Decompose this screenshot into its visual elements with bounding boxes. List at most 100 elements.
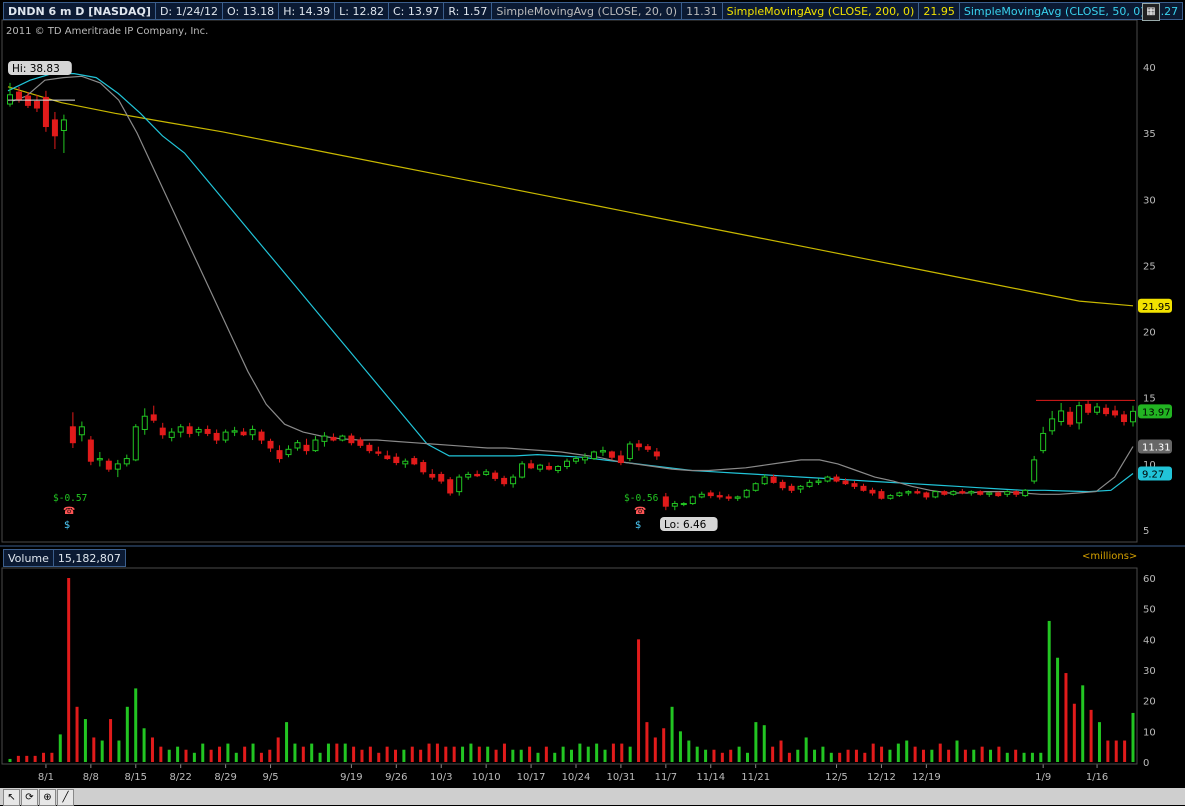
candle — [860, 483, 867, 492]
candle — [788, 483, 795, 493]
candle — [150, 405, 157, 423]
volume-bar — [637, 639, 641, 762]
lo-bubble[interactable]: Lo: 6.46 — [660, 517, 718, 531]
sma50-path — [7, 72, 1134, 493]
line-tool-icon[interactable]: ╱ — [57, 789, 74, 806]
time-tick-label: 10/31 — [606, 772, 635, 783]
volume-bar — [737, 746, 741, 762]
dividend-label-1[interactable]: $-0.57 — [53, 493, 87, 504]
volume-bar — [75, 706, 79, 762]
zoom-icon[interactable]: ⊕ — [39, 789, 56, 806]
volume-bar — [561, 746, 565, 762]
price-labels: 21.95 13.97 11.31 9.27 — [1138, 298, 1172, 481]
candle — [114, 459, 121, 478]
sma50-study-label[interactable]: SimpleMovingAvg (CLOSE, 50, 0) — [959, 2, 1150, 20]
volume-bar — [620, 743, 624, 762]
candle — [833, 474, 840, 483]
candle-body — [671, 503, 678, 507]
candle-body — [743, 489, 750, 498]
drawing-arrow-icon[interactable]: ↖ — [3, 789, 20, 806]
candle-body — [662, 496, 669, 507]
volume-bar — [821, 746, 825, 762]
candle — [941, 490, 948, 496]
volume-bar — [578, 743, 582, 762]
candle — [348, 433, 355, 446]
volume-bar — [1064, 673, 1068, 762]
volume-bar — [1014, 749, 1018, 762]
candle-body — [456, 476, 463, 493]
time-axis[interactable]: 8/1 8/8 8/15 8/22 8/29 9/5 9/19 9/26 10/3 10/10 10… — [38, 764, 1108, 783]
candle-body — [1121, 414, 1128, 423]
volume-bar — [888, 749, 892, 762]
candle — [752, 482, 759, 492]
candle-body — [330, 436, 337, 441]
candle — [995, 491, 1002, 497]
candle-body — [294, 442, 301, 449]
volume-bar — [142, 728, 146, 762]
candle — [213, 429, 220, 445]
candle-body — [833, 476, 840, 482]
candle-body — [483, 471, 490, 475]
volume-bar — [502, 743, 506, 762]
candle — [123, 454, 130, 467]
candle — [222, 429, 229, 443]
time-tick-label: 8/29 — [214, 772, 236, 783]
volume-bar — [829, 752, 833, 762]
refresh-icon[interactable]: ⟳ — [21, 789, 38, 806]
candle-body — [1004, 491, 1011, 495]
candle-body — [213, 432, 220, 441]
sma200-study-label[interactable]: SimpleMovingAvg (CLOSE, 200, 0) — [722, 2, 920, 20]
candle-body — [959, 491, 966, 494]
sma200-line — [7, 86, 1134, 307]
sma20-study-label[interactable]: SimpleMovingAvg (CLOSE, 20, 0) — [492, 2, 683, 20]
candle-body — [339, 435, 346, 441]
volume-bar — [150, 737, 154, 762]
volume-bar — [494, 749, 498, 762]
candle — [204, 425, 211, 437]
volume-bar — [955, 740, 959, 762]
candle-body — [698, 493, 705, 498]
volume-bar — [963, 749, 967, 762]
candle — [69, 412, 76, 448]
candle-body — [348, 435, 355, 444]
volume-bar — [1089, 709, 1093, 762]
candle — [1085, 400, 1092, 415]
candle-body — [572, 458, 579, 462]
volume-bar — [1039, 752, 1043, 762]
volume-bar — [16, 755, 20, 762]
symbol-label[interactable]: DNDN 6 m D [NASDAQ] — [3, 2, 156, 20]
candle-body — [42, 96, 49, 128]
volume-bar — [687, 740, 691, 762]
bottom-toolbar: ↖ ⟳ ⊕ ╱ — [0, 788, 1185, 806]
volume-label[interactable]: Volume — [3, 549, 54, 567]
candle-body — [96, 458, 103, 461]
candle-body — [69, 426, 76, 444]
volume-bar — [293, 743, 297, 762]
volume-bar — [268, 749, 272, 762]
candle — [1040, 426, 1047, 454]
candle-body — [411, 458, 418, 465]
candle-body — [1067, 411, 1074, 425]
candle — [1076, 401, 1083, 430]
volume-bar — [678, 731, 682, 762]
candle — [977, 490, 984, 496]
candle-body — [950, 491, 957, 495]
hi-bubble[interactable]: Hi: 38.83 — [8, 61, 72, 75]
volume-axis[interactable]: 0 10 20 30 40 50 60 — [1143, 574, 1156, 769]
maximize-icon[interactable]: ▦ — [1142, 3, 1160, 21]
volume-bar — [176, 746, 180, 762]
time-tick-label: 1/16 — [1086, 772, 1108, 783]
volume-bar — [611, 743, 615, 762]
open-label: O: 13.18 — [223, 2, 280, 20]
dividend-label-2[interactable]: $-0.56 — [624, 493, 659, 504]
lo-bubble-text: Lo: 6.46 — [664, 519, 707, 531]
volume-bar — [335, 743, 339, 762]
candle-body — [761, 476, 768, 485]
candle — [240, 428, 247, 437]
volume-bar — [787, 752, 791, 762]
candle — [1031, 455, 1038, 484]
time-tick-label: 12/5 — [825, 772, 847, 783]
volume-bar — [913, 746, 917, 762]
volume-bar — [779, 740, 783, 762]
candle-body — [276, 450, 283, 460]
